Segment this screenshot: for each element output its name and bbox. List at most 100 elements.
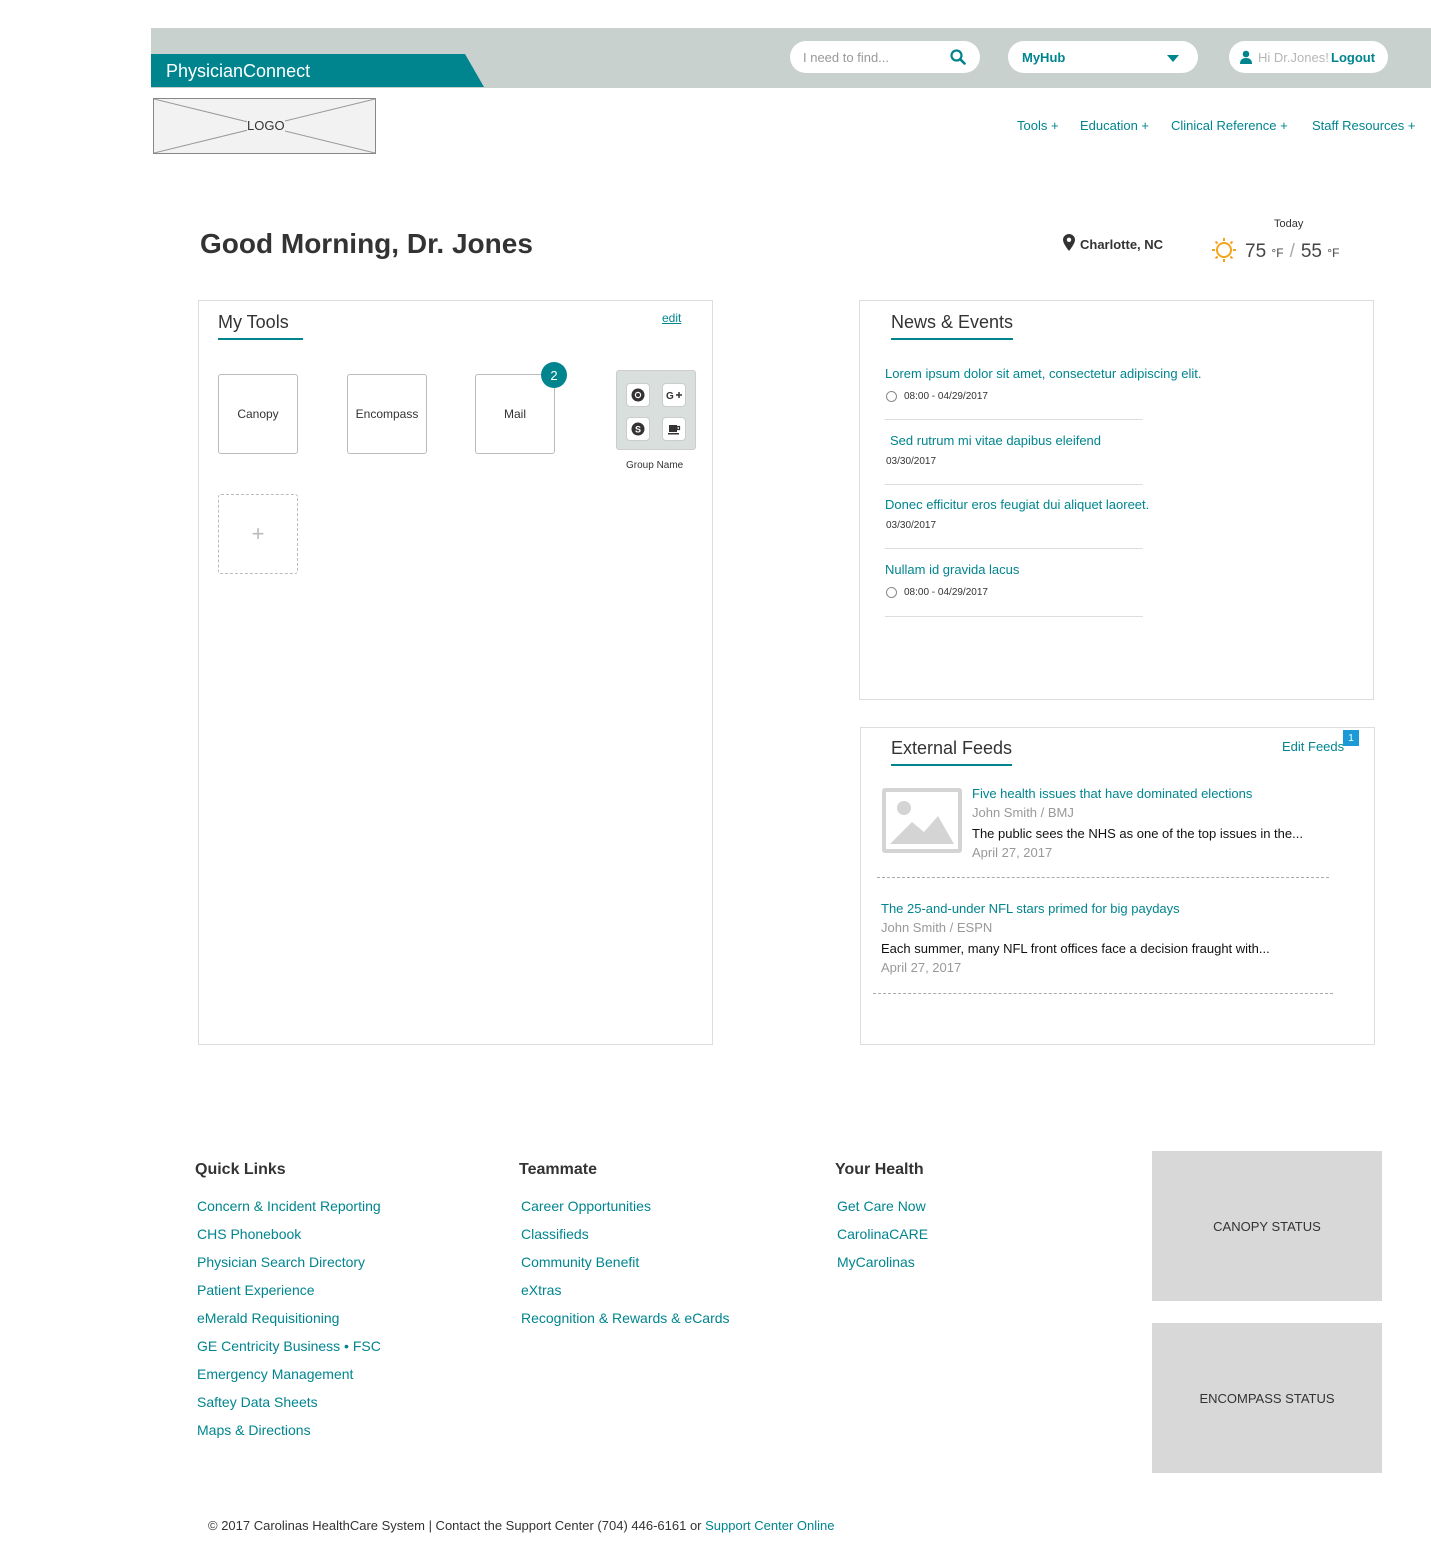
- teammate-heading: Teammate: [519, 1161, 597, 1178]
- encompass-status-label: ENCOMPASS STATUS: [1199, 1390, 1335, 1406]
- footer-link[interactable]: CarolinaCARE: [837, 1226, 928, 1242]
- your-health-heading: Your Health: [835, 1161, 924, 1178]
- feed-item-source: John Smith / ESPN: [881, 920, 993, 935]
- search-box[interactable]: [790, 41, 980, 73]
- footer-link[interactable]: Recognition & Rewards & eCards: [521, 1310, 730, 1326]
- feed-item-summary: Each summer, many NFL front offices face…: [881, 941, 1270, 956]
- mail-notification-badge: 2: [541, 362, 567, 388]
- tool-tile-label: Canopy: [237, 407, 279, 421]
- news-divider: [885, 419, 1143, 420]
- user-icon: [1239, 50, 1253, 69]
- my-tools-title: My Tools: [218, 312, 303, 340]
- footer-link[interactable]: Get Care Now: [837, 1198, 926, 1214]
- copyright-text: © 2017 Carolinas HealthCare System | Con…: [208, 1518, 706, 1533]
- news-item-date: 03/30/2017: [886, 520, 937, 531]
- footer-link[interactable]: MyCarolinas: [837, 1254, 915, 1270]
- footer-link[interactable]: eXtras: [521, 1282, 561, 1298]
- news-item-date: 08:00 - 04/29/2017: [904, 587, 988, 598]
- sun-icon: [1212, 238, 1236, 267]
- temp-low-unit: °F: [1327, 246, 1340, 260]
- news-divider: [885, 484, 1143, 485]
- news-item-date: 03/30/2017: [886, 456, 937, 467]
- tool-tile-label: Mail: [503, 407, 526, 421]
- tool-tile-mail[interactable]: Mail: [475, 374, 555, 454]
- news-item-title[interactable]: Sed rutrum mi vitae dapibus eleifend: [890, 433, 1101, 448]
- nav-clinical-reference[interactable]: Clinical Reference +: [1171, 118, 1288, 133]
- logout-link[interactable]: Logout: [1331, 50, 1375, 65]
- nav-tools[interactable]: Tools +: [1017, 118, 1059, 133]
- location-label: Charlotte, NC: [1080, 237, 1164, 252]
- temp-high: 75: [1245, 241, 1267, 262]
- tool-tile-encompass[interactable]: Encompass: [347, 374, 427, 454]
- location-pin-icon: [1063, 234, 1075, 256]
- news-item-title[interactable]: Lorem ipsum dolor sit amet, consectetur …: [885, 366, 1201, 381]
- search-input[interactable]: [803, 48, 943, 66]
- clock-icon: [886, 587, 897, 598]
- feed-item-date: April 27, 2017: [881, 960, 962, 975]
- myhub-label: MyHub: [1022, 50, 1066, 65]
- logo-placeholder[interactable]: LOGO: [153, 98, 376, 154]
- tool-group-label: Group Name: [626, 460, 684, 471]
- logo-text: LOGO: [247, 118, 285, 133]
- news-item-date: 08:00 - 04/29/2017: [904, 391, 988, 402]
- edit-feeds-link[interactable]: Edit Feeds: [1282, 739, 1344, 754]
- myhub-dropdown[interactable]: MyHub: [1008, 41, 1198, 73]
- tool-tile-canopy[interactable]: Canopy: [218, 374, 298, 454]
- footer-link[interactable]: Classifieds: [521, 1226, 589, 1242]
- encompass-status-box[interactable]: ENCOMPASS STATUS: [1152, 1323, 1382, 1473]
- news-divider: [885, 616, 1143, 617]
- svg-text:G: G: [666, 391, 674, 401]
- footer-link[interactable]: Career Opportunities: [521, 1198, 651, 1214]
- footer-link[interactable]: GE Centricity Business • FSC: [197, 1338, 381, 1354]
- page-title: Good Morning, Dr. Jones: [200, 228, 533, 259]
- footer-link[interactable]: Patient Experience: [197, 1282, 315, 1298]
- feed-item-source: John Smith / BMJ: [972, 805, 1074, 820]
- svg-text:S: S: [635, 425, 641, 435]
- coffee-icon[interactable]: [662, 417, 686, 441]
- footer-link[interactable]: Community Benefit: [521, 1254, 639, 1270]
- user-menu: Hi Dr.Jones! Logout: [1229, 41, 1388, 73]
- footer-link[interactable]: Physician Search Directory: [197, 1254, 365, 1270]
- feed-item-title[interactable]: The 25-and-under NFL stars primed for bi…: [881, 901, 1180, 916]
- news-item-title[interactable]: Nullam id gravida lacus: [885, 562, 1019, 577]
- temp-separator: /: [1289, 241, 1295, 262]
- footer-link[interactable]: Saftey Data Sheets: [197, 1394, 318, 1410]
- add-tool-button[interactable]: +: [218, 494, 298, 574]
- temp-high-unit: °F: [1271, 246, 1284, 260]
- footer-link[interactable]: Emergency Management: [197, 1366, 353, 1382]
- skype-icon[interactable]: S: [626, 417, 650, 441]
- feed-item-title[interactable]: Five health issues that have dominated e…: [972, 786, 1252, 801]
- nav-education[interactable]: Education +: [1080, 118, 1149, 133]
- news-divider: [885, 548, 1143, 549]
- external-feeds-panel: External Feeds: [860, 727, 1375, 1045]
- support-center-link[interactable]: Support Center Online: [705, 1518, 834, 1533]
- user-greeting: Hi Dr.Jones!: [1258, 50, 1329, 65]
- brand-name: PhysicianConnect: [166, 61, 311, 81]
- image-placeholder-icon: [882, 788, 962, 853]
- quick-links-heading: Quick Links: [195, 1161, 286, 1178]
- my-tools-edit-link[interactable]: edit: [662, 311, 681, 325]
- footer-link[interactable]: Maps & Directions: [197, 1422, 311, 1438]
- chevron-down-icon: [1167, 55, 1179, 62]
- weather-day-label: Today: [1274, 218, 1304, 230]
- feed-item-date: April 27, 2017: [972, 845, 1053, 860]
- news-events-title: News & Events: [891, 312, 1014, 340]
- search-icon[interactable]: [950, 49, 966, 70]
- brand-banner[interactable]: PhysicianConnect: [151, 54, 484, 87]
- footer-link[interactable]: Concern & Incident Reporting: [197, 1198, 381, 1214]
- add-tool-label: +: [251, 521, 265, 546]
- clock-icon: [886, 391, 897, 402]
- google-plus-icon[interactable]: G: [662, 383, 686, 407]
- news-item-title[interactable]: Donec efficitur eros feugiat dui aliquet…: [885, 497, 1149, 512]
- nav-staff-resources[interactable]: Staff Resources +: [1312, 118, 1415, 133]
- footer-link[interactable]: eMerald Requisitioning: [197, 1310, 339, 1326]
- feed-divider: [877, 877, 1329, 878]
- footer-link[interactable]: CHS Phonebook: [197, 1226, 301, 1242]
- feeds-count-badge: 1: [1343, 730, 1359, 746]
- tool-group[interactable]: G S: [616, 370, 696, 450]
- temp-low: 55: [1300, 241, 1322, 262]
- copyright-line: © 2017 Carolinas HealthCare System | Con…: [208, 1518, 834, 1533]
- canopy-status-box[interactable]: CANOPY STATUS: [1152, 1151, 1382, 1301]
- chrome-icon[interactable]: [626, 383, 650, 407]
- external-feeds-title: External Feeds: [891, 738, 1013, 766]
